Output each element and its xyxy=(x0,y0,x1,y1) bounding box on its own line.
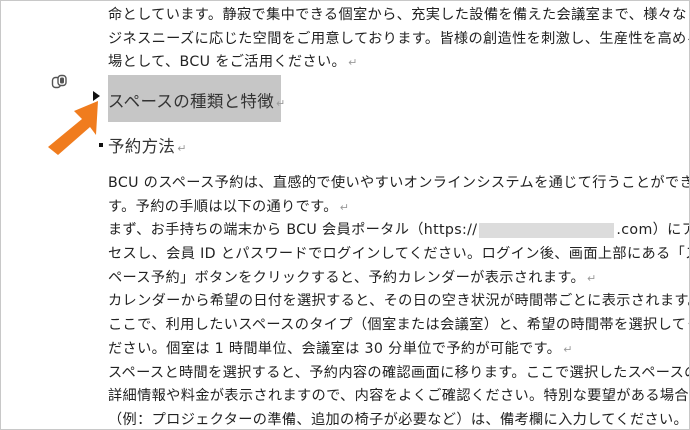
body-line: す。予約の手順は以下の通りです。 ↵ xyxy=(108,198,350,215)
redacted-url xyxy=(479,222,615,238)
body-line: （例：プロジェクターの準備、追加の椅子が必要など）は、備考欄に入力してください。… xyxy=(108,411,689,428)
intro-line: 場として、BCU をご活用ください。 ↵ xyxy=(108,54,358,71)
body-line: セスし、会員 ID とパスワードでログインしてください。ログイン後、画面上部にあ… xyxy=(108,246,690,263)
body-paragraphs: BCU のスペース予約は、直感的で使いやすいオンラインシステムを通じて行うことが… xyxy=(108,172,690,429)
intro-line: 命としています。静寂で集中できる個室から、充実した設備を備えた会議室まで、様々な… xyxy=(108,7,690,23)
body-line: ペース予約」ボタンをクリックすると、予約カレンダーが表示されます。 ↵ xyxy=(108,269,597,286)
body-line: カレンダーから希望の日付を選択すると、その日の空き状況が時間帯ごとに表示されます… xyxy=(108,293,690,310)
paragraph-mark: ↵ xyxy=(276,97,286,110)
intro-paragraph: 命としています。静寂で集中できる個室から、充実した設備を備えた会議室まで、様々な… xyxy=(108,4,690,75)
paragraph-mark: ↵ xyxy=(177,142,187,155)
body-line: ここで、利用したいスペースのタイプ（個室または会議室）と、希望の時間帯を選択して… xyxy=(108,317,690,334)
document-page[interactable]: 命としています。静寂で集中できる個室から、充実した設備を備えた会議室まで、様々な… xyxy=(0,0,690,430)
drag-handle-icon[interactable] xyxy=(51,74,69,90)
body-line: スペースと時間を選択すると、予約内容の確認画面に移ります。ここで選択したスペース… xyxy=(108,364,690,381)
heading-reservation-method[interactable]: 予約方法 ↵ xyxy=(108,133,187,157)
body-line: まず、お手持ちの端末から BCU 会員ポータル（https://.com）にアク xyxy=(108,222,689,239)
body-line: BCU のスペース予約は、直感的で使いやすいオンラインシステムを通じて行うことが… xyxy=(108,175,690,191)
intro-line: ジネスニーズに応じた空間をご用意しております。皆様の創造性を刺激し、生産性を高め… xyxy=(108,30,690,47)
paragraph-mark: ↵ xyxy=(339,200,350,214)
bullet-icon xyxy=(99,143,103,147)
paragraph-mark: ↵ xyxy=(563,342,573,356)
orange-arrow-icon xyxy=(48,101,98,155)
paragraph-mark: ↵ xyxy=(587,271,597,285)
body-line: 詳細情報や料金が表示されますので、内容をよくご確認ください。特別な要望がある場合 xyxy=(108,388,689,405)
paragraph-mark: ↵ xyxy=(348,56,358,70)
body-line: ださい。個室は 1 時間単位、会議室は 30 分単位で予約が可能です。 ↵ xyxy=(108,340,573,357)
heading-space-types[interactable]: スペースの種類と特徴 ↵ xyxy=(108,75,285,122)
